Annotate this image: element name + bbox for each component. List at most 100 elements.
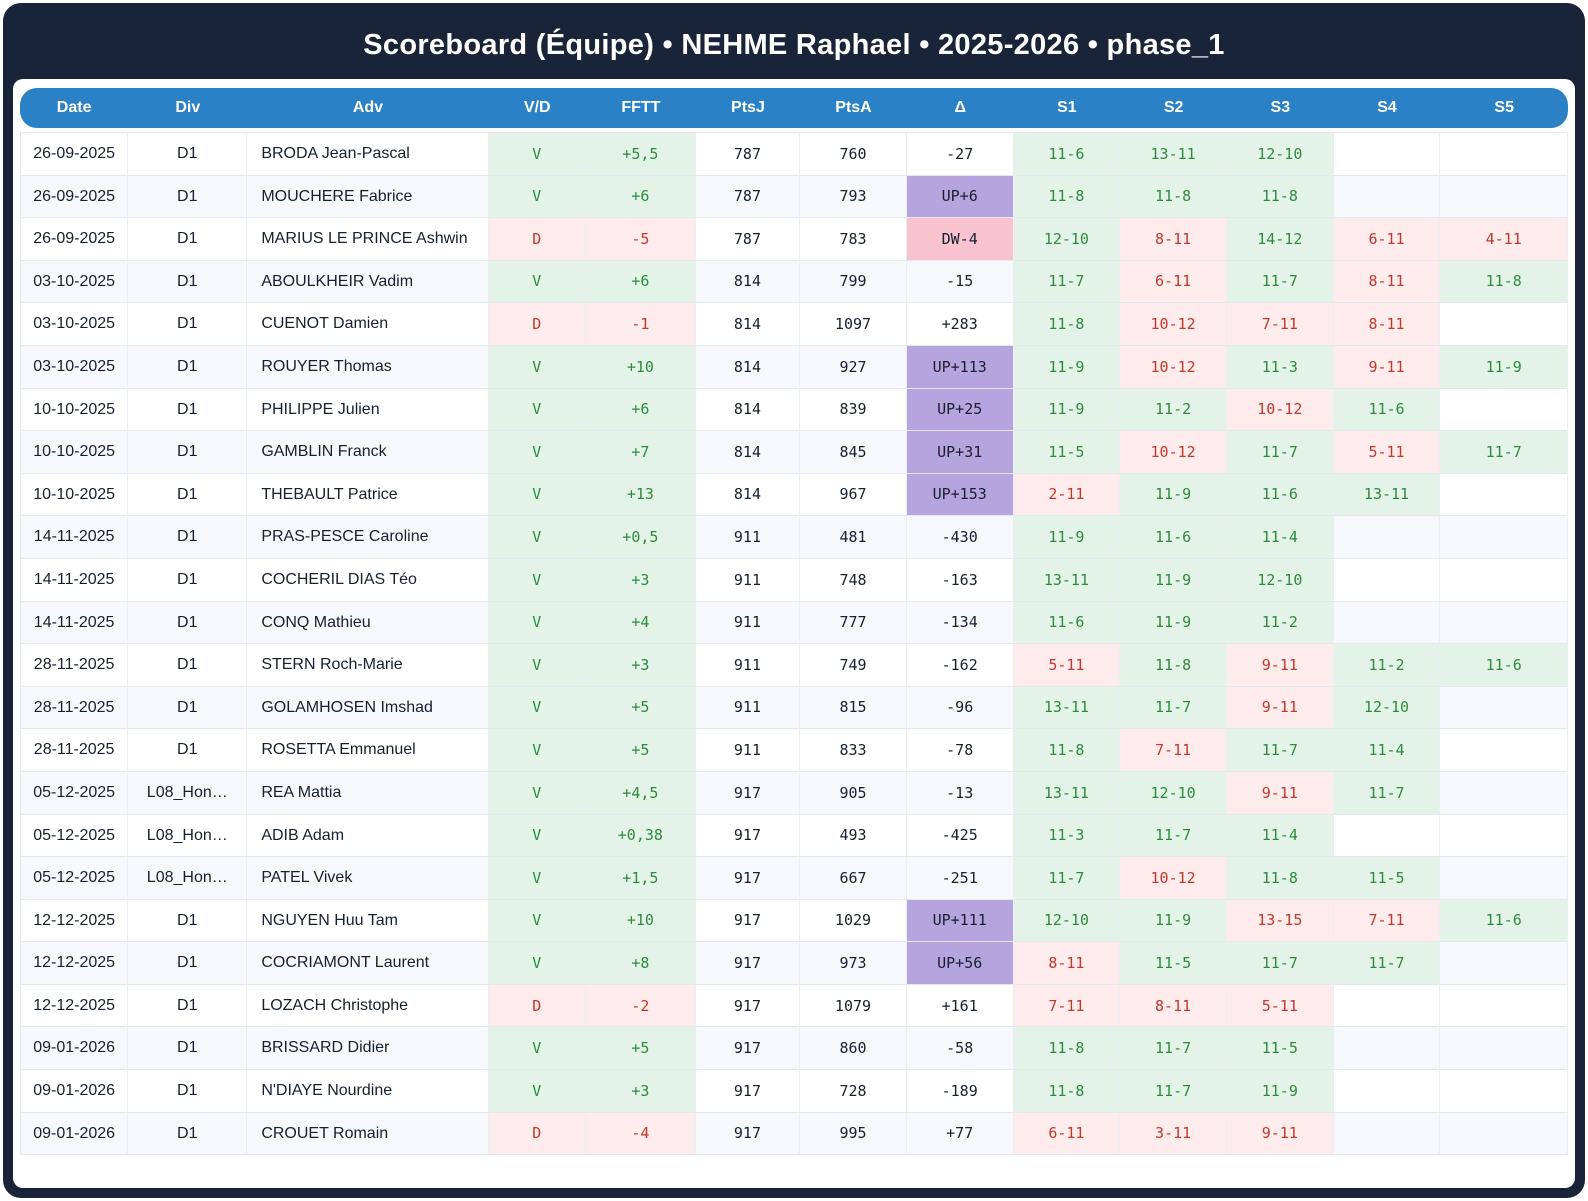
table-row: 05-12-2025 L08_Hon… PATEL Vivek V +1,5 9… — [20, 857, 1568, 900]
cell-adversary: THEBAULT Patrice — [247, 473, 489, 517]
scoreboard-table: Date Div Adv V/D FFTT PtsJ PtsA Δ S1 S2 … — [20, 88, 1568, 1156]
cell-set-1: 12-10 — [1013, 218, 1121, 261]
cell-points-adversary: 973 — [800, 942, 907, 985]
cell-set-2: 10-12 — [1120, 345, 1227, 389]
cell-division: D1 — [128, 729, 248, 772]
table-header: Date Div Adv V/D FFTT PtsJ PtsA Δ S1 S2 … — [20, 88, 1568, 128]
cell-fftt-points: +4,5 — [585, 771, 696, 815]
cell-set-5 — [1440, 857, 1568, 900]
cell-set-1: 11-8 — [1013, 1070, 1121, 1113]
cell-set-3: 11-7 — [1226, 260, 1334, 304]
col-header-win-loss: V/D — [488, 88, 586, 128]
cell-fftt-points: +3 — [585, 558, 696, 602]
cell-delta: -15 — [906, 260, 1014, 304]
cell-points-adversary: 760 — [800, 132, 907, 176]
cell-date: 09-01-2026 — [20, 1112, 129, 1156]
cell-set-3: 12-10 — [1226, 558, 1334, 602]
cell-adversary: COCHERIL DIAS Téo — [247, 558, 489, 602]
cell-set-5: 4-11 — [1440, 218, 1568, 261]
cell-fftt-points: -2 — [585, 984, 696, 1028]
cell-win-loss: V — [488, 388, 586, 432]
cell-points-adversary: 799 — [800, 260, 907, 304]
cell-adversary: N'DIAYE Nourdine — [247, 1070, 489, 1113]
cell-set-4 — [1333, 1070, 1441, 1113]
cell-fftt-points: +5,5 — [585, 132, 696, 176]
cell-fftt-points: +10 — [585, 345, 696, 389]
cell-points-adversary: 860 — [800, 1027, 907, 1071]
cell-set-4 — [1333, 558, 1441, 602]
table-row: 28-11-2025 D1 GOLAMHOSEN Imshad V +5 911… — [20, 686, 1568, 730]
cell-fftt-points: -1 — [585, 303, 696, 346]
cell-division: D1 — [128, 516, 248, 559]
cell-set-1: 11-7 — [1013, 857, 1121, 900]
cell-set-4: 5-11 — [1333, 431, 1441, 474]
cell-set-2: 11-9 — [1120, 899, 1227, 943]
cell-adversary: NGUYEN Huu Tam — [247, 899, 489, 943]
cell-set-2: 10-12 — [1120, 431, 1227, 474]
cell-points-adversary: 783 — [800, 218, 907, 261]
cell-fftt-points: -5 — [585, 218, 696, 261]
cell-points-player: 814 — [695, 260, 801, 304]
cell-win-loss: V — [488, 771, 586, 815]
cell-delta: -425 — [906, 814, 1014, 858]
cell-set-3: 11-3 — [1226, 345, 1334, 389]
cell-division: L08_Hon… — [128, 814, 248, 858]
cell-delta: UP+111 — [906, 899, 1014, 943]
cell-set-5 — [1440, 303, 1568, 346]
table-row: 28-11-2025 D1 STERN Roch-Marie V +3 911 … — [20, 644, 1568, 687]
cell-division: D1 — [128, 1027, 248, 1071]
cell-adversary: CUENOT Damien — [247, 303, 489, 346]
cell-points-player: 814 — [695, 345, 801, 389]
cell-adversary: MOUCHERE Fabrice — [247, 175, 489, 219]
cell-set-2: 11-2 — [1120, 388, 1227, 432]
cell-set-4 — [1333, 984, 1441, 1028]
cell-win-loss: D — [488, 303, 586, 346]
cell-win-loss: V — [488, 1070, 586, 1113]
cell-date: 10-10-2025 — [20, 388, 129, 432]
cell-set-3: 11-8 — [1226, 857, 1334, 900]
cell-adversary: COCRIAMONT Laurent — [247, 942, 489, 985]
cell-points-player: 911 — [695, 729, 801, 772]
cell-set-3: 14-12 — [1226, 218, 1334, 261]
cell-division: D1 — [128, 558, 248, 602]
table-row: 12-12-2025 D1 LOZACH Christophe D -2 917… — [20, 984, 1568, 1028]
cell-set-5 — [1440, 1112, 1568, 1156]
cell-division: D1 — [128, 218, 248, 261]
cell-set-3: 11-4 — [1226, 814, 1334, 858]
cell-win-loss: V — [488, 601, 586, 645]
cell-division: D1 — [128, 1112, 248, 1156]
cell-delta: -134 — [906, 601, 1014, 645]
cell-date: 26-09-2025 — [20, 175, 129, 219]
table-row: 05-12-2025 L08_Hon… ADIB Adam V +0,38 91… — [20, 814, 1568, 858]
cell-set-1: 11-8 — [1013, 175, 1121, 219]
cell-set-3: 7-11 — [1226, 303, 1334, 346]
cell-delta: +161 — [906, 984, 1014, 1028]
cell-division: D1 — [128, 303, 248, 346]
cell-points-player: 917 — [695, 857, 801, 900]
table-row: 14-11-2025 D1 PRAS-PESCE Caroline V +0,5… — [20, 516, 1568, 559]
cell-set-4: 11-4 — [1333, 729, 1441, 772]
cell-division: D1 — [128, 473, 248, 517]
scoreboard-body: 26-09-2025 D1 BRODA Jean-Pascal V +5,5 7… — [20, 128, 1568, 1156]
cell-set-4: 11-6 — [1333, 388, 1441, 432]
cell-set-1: 6-11 — [1013, 1112, 1121, 1156]
cell-fftt-points: +10 — [585, 899, 696, 943]
cell-win-loss: V — [488, 345, 586, 389]
cell-points-player: 911 — [695, 686, 801, 730]
cell-set-3: 11-9 — [1226, 1070, 1334, 1113]
cell-date: 28-11-2025 — [20, 686, 129, 730]
cell-date: 14-11-2025 — [20, 516, 129, 559]
cell-set-3: 11-5 — [1226, 1027, 1334, 1071]
cell-set-1: 11-6 — [1013, 601, 1121, 645]
cell-set-4 — [1333, 516, 1441, 559]
cell-points-adversary: 927 — [800, 345, 907, 389]
cell-set-1: 11-7 — [1013, 260, 1121, 304]
cell-set-4: 11-2 — [1333, 644, 1441, 687]
cell-set-1: 11-8 — [1013, 1027, 1121, 1071]
cell-set-4: 9-11 — [1333, 345, 1441, 389]
cell-fftt-points: +6 — [585, 260, 696, 304]
cell-date: 09-01-2026 — [20, 1027, 129, 1071]
cell-set-2: 11-9 — [1120, 558, 1227, 602]
cell-fftt-points: +13 — [585, 473, 696, 517]
table-row: 09-01-2026 D1 BRISSARD Didier V +5 917 8… — [20, 1027, 1568, 1071]
